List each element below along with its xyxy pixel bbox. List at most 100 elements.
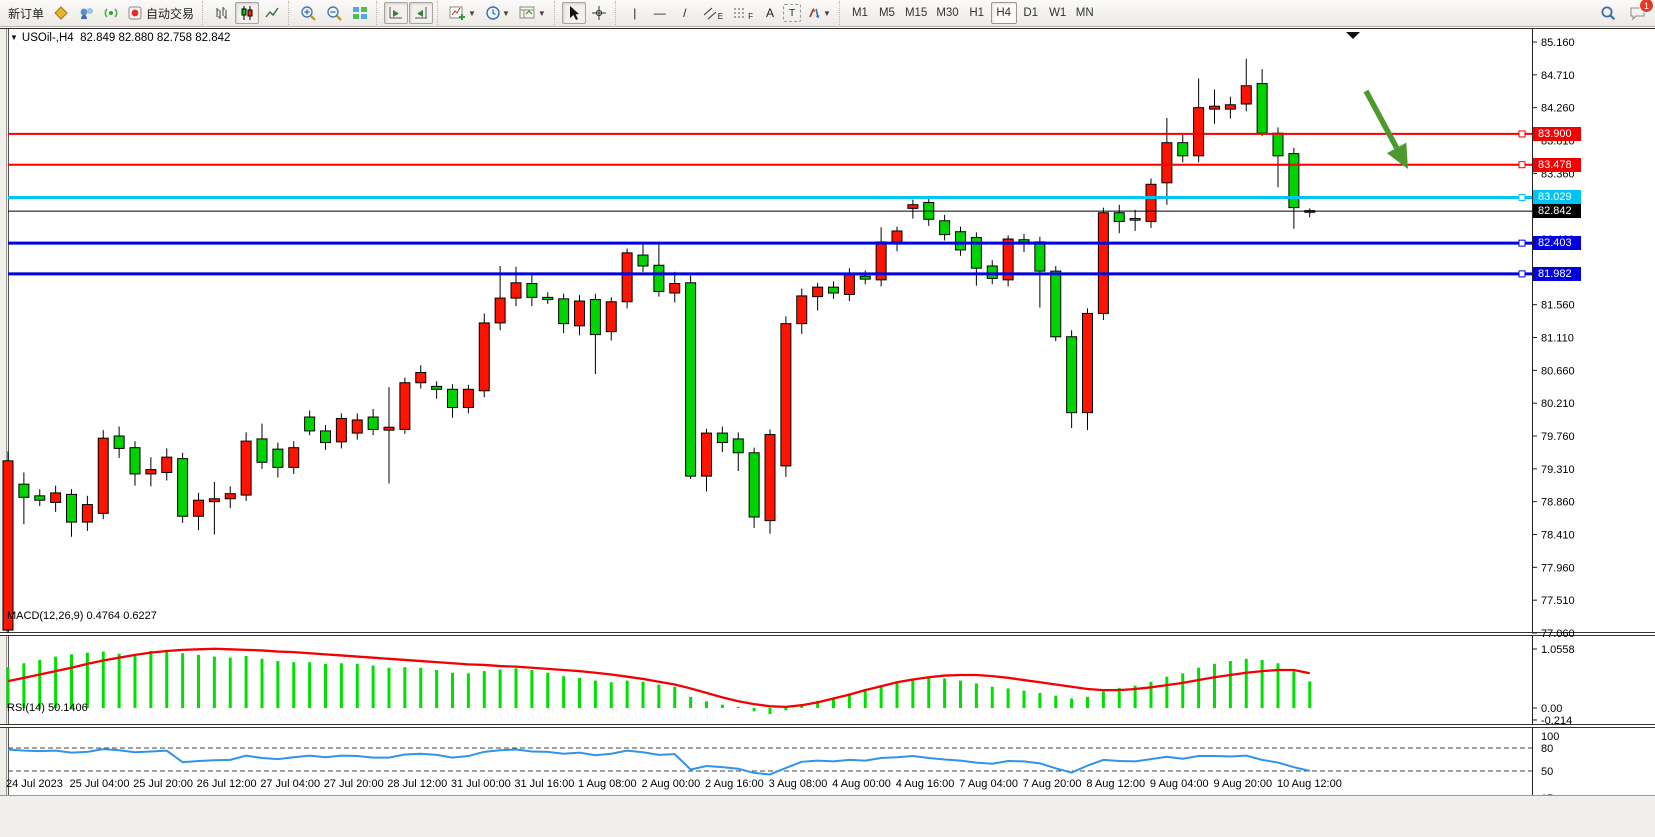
candle-bear (1035, 242, 1045, 271)
candle-bear (130, 448, 140, 474)
candle-bull (495, 298, 505, 323)
bid-price-tag: 82.842 (1533, 204, 1581, 218)
price-tick-label: 78.860 (1541, 497, 1575, 509)
time-label: 27 Jul 20:00 (324, 778, 384, 790)
auto-scroll-icon[interactable] (409, 2, 433, 24)
tf-h4[interactable]: H4 (991, 2, 1017, 24)
candle-bear (749, 453, 759, 517)
community-icon[interactable] (74, 2, 98, 24)
candle-bear (654, 265, 664, 291)
price-tick-label: 77.060 (1541, 628, 1575, 640)
chart-canvas[interactable]: 85.16084.71084.26083.81083.36082.91082.4… (0, 29, 1655, 836)
price-line-handle (1519, 240, 1525, 246)
chevron-down-icon: ▼ (823, 9, 831, 18)
tf-h1[interactable]: H1 (964, 2, 990, 24)
auto-trading-label: 自动交易 (146, 5, 194, 22)
candle-bear (1178, 143, 1188, 156)
notifications-chat-icon[interactable]: 1 (1625, 2, 1651, 24)
chevron-down-icon: ▼ (468, 9, 476, 18)
candle-bull (241, 441, 251, 495)
tile-windows-icon[interactable] (348, 2, 372, 24)
text-label-tool[interactable]: T (783, 4, 801, 22)
candle-bear (305, 417, 315, 431)
candle-bull (209, 499, 219, 502)
price-tick-label: 80.660 (1541, 365, 1575, 377)
macd-signal-value: 0.6227 (123, 610, 157, 622)
candle-bear (448, 389, 458, 407)
tf-d1[interactable]: D1 (1018, 2, 1044, 24)
price-tick-label: 77.510 (1541, 595, 1575, 607)
add-indicator-icon[interactable]: ▼ (445, 2, 480, 24)
candle-bull (146, 470, 156, 474)
price-tick-label: 81.560 (1541, 300, 1575, 312)
vertical-line-tool[interactable]: | (623, 2, 647, 24)
trend-arrow-shaft (1366, 91, 1397, 148)
tf-mn[interactable]: MN (1072, 2, 1098, 24)
candle-bear (733, 439, 743, 453)
time-label: 27 Jul 04:00 (260, 778, 320, 790)
candle-bear (1114, 213, 1124, 222)
zoom-out-icon[interactable] (322, 2, 347, 24)
search-icon[interactable] (1596, 2, 1621, 24)
deposit-icon[interactable] (49, 2, 73, 24)
chart-line-icon[interactable] (260, 2, 284, 24)
price-tick-label: 84.260 (1541, 103, 1575, 115)
candle-bear (717, 433, 727, 442)
candle-bull (765, 435, 775, 521)
tf-w1[interactable]: W1 (1045, 2, 1071, 24)
candle-bull (82, 505, 92, 523)
cursor-icon[interactable] (562, 2, 586, 24)
candle-bear (940, 221, 950, 235)
signals-icon[interactable] (99, 2, 123, 24)
arrows-tool[interactable]: ▼ (802, 2, 835, 24)
chart-shift-icon[interactable] (384, 2, 408, 24)
price-line-handle (1519, 194, 1525, 200)
rsi-scale-label: 50 (1541, 766, 1553, 778)
candle-bear (321, 431, 331, 443)
price-tick-label: 79.310 (1541, 464, 1575, 476)
candle-bull (575, 301, 585, 326)
new-order-button[interactable]: 新订单 (4, 2, 48, 24)
fibonacci-tool[interactable]: F (728, 2, 757, 24)
price-tick-label: 79.760 (1541, 431, 1575, 443)
tf-m30[interactable]: M30 (932, 2, 962, 24)
chart-title: ▼USOil-,H4 82.849 82.880 82.758 82.842 (10, 32, 230, 44)
auto-trading-button[interactable]: 自动交易 (124, 2, 198, 24)
candle-bear (543, 297, 553, 299)
price-tick-label: 84.710 (1541, 70, 1575, 82)
channel-tool[interactable]: E (698, 2, 727, 24)
time-label: 2 Aug 00:00 (642, 778, 701, 790)
text-tool[interactable]: A (758, 2, 782, 24)
macd-name: MACD(12,26,9) (7, 610, 83, 622)
horizontal-line-tool[interactable]: — (648, 2, 672, 24)
channel-letter: E (718, 12, 723, 21)
chart-bars-icon[interactable] (210, 2, 234, 24)
candle-bear (1273, 133, 1283, 156)
candle-bull (813, 287, 823, 296)
candle-bear (114, 436, 124, 448)
symbol-dropdown-icon[interactable]: ▼ (10, 33, 18, 42)
period-clock-icon[interactable]: ▼ (481, 2, 514, 24)
candle-bull (1225, 105, 1235, 109)
candle-bear (860, 276, 870, 279)
templates-icon[interactable]: ▼ (515, 2, 550, 24)
crosshair-icon[interactable] (587, 2, 611, 24)
candle-bear (432, 386, 442, 389)
candle-bear (273, 449, 283, 467)
chart-candles-icon[interactable] (235, 2, 259, 24)
candle-bear (1257, 84, 1267, 134)
tf-m15[interactable]: M15 (901, 2, 931, 24)
candle-bull (352, 420, 362, 433)
tf-m1[interactable]: M1 (847, 2, 873, 24)
macd-scale-label: 0.00 (1541, 703, 1562, 715)
candle-bear (1130, 219, 1140, 221)
ohlc-open: 82.849 (80, 32, 115, 44)
tf-m5[interactable]: M5 (874, 2, 900, 24)
zoom-in-icon[interactable] (296, 2, 321, 24)
macd-main-value: 0.4764 (86, 610, 120, 622)
time-label: 7 Aug 04:00 (959, 778, 1018, 790)
candle-bull (416, 373, 426, 383)
trendline-tool[interactable]: / (673, 2, 697, 24)
time-label: 2 Aug 16:00 (705, 778, 764, 790)
candle-bull (797, 296, 807, 324)
